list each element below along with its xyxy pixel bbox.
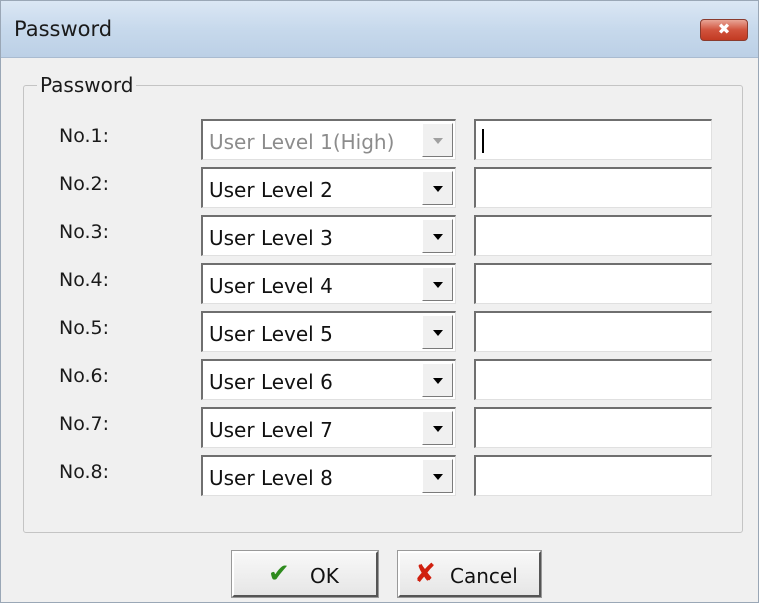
row-label: No.7:: [59, 413, 110, 435]
row-label: No.8:: [59, 461, 110, 483]
password-field[interactable]: [474, 263, 712, 304]
row-label: No.5:: [59, 317, 110, 339]
password-dialog: Password ✖ Password No.1: User Level 1(Hi…: [0, 0, 759, 603]
user-level-select-value: User Level 5: [209, 322, 333, 346]
user-level-select[interactable]: User Level 8: [201, 455, 456, 496]
password-field[interactable]: [474, 455, 712, 496]
chevron-down-icon[interactable]: [422, 315, 453, 349]
user-level-select-value: User Level 3: [209, 226, 333, 250]
chevron-down-icon[interactable]: [422, 267, 453, 301]
user-level-select[interactable]: User Level 7: [201, 407, 456, 448]
user-level-select[interactable]: User Level 5: [201, 311, 456, 352]
user-level-select[interactable]: User Level 3: [201, 215, 456, 256]
user-level-select: User Level 1(High): [201, 119, 456, 160]
x-mark-icon: ✘: [414, 559, 436, 589]
password-field[interactable]: [474, 407, 712, 448]
text-caret: [482, 129, 484, 153]
row-label: No.1:: [59, 125, 110, 147]
user-level-select-value: User Level 1(High): [209, 130, 395, 154]
title-bar[interactable]: Password ✖: [1, 1, 758, 58]
row-label: No.2:: [59, 173, 110, 195]
close-button[interactable]: ✖: [700, 19, 748, 41]
chevron-down-icon[interactable]: [422, 411, 453, 445]
user-level-select-value: User Level 7: [209, 418, 333, 442]
password-field[interactable]: [474, 119, 712, 160]
check-icon: ✔: [268, 559, 290, 589]
password-field[interactable]: [474, 311, 712, 352]
user-level-select[interactable]: User Level 6: [201, 359, 456, 400]
close-icon: ✖: [717, 20, 731, 38]
ok-button[interactable]: ✔ OK: [231, 550, 379, 598]
row-label: No.4:: [59, 269, 110, 291]
row-label: No.3:: [59, 221, 110, 243]
user-level-select-value: User Level 6: [209, 370, 333, 394]
chevron-down-icon[interactable]: [422, 459, 453, 493]
password-field[interactable]: [474, 215, 712, 256]
group-legend: Password: [37, 73, 137, 97]
password-field[interactable]: [474, 359, 712, 400]
cancel-button[interactable]: ✘ Cancel: [397, 550, 542, 598]
ok-button-label: OK: [310, 564, 339, 588]
row-label: No.6:: [59, 365, 110, 387]
user-level-select[interactable]: User Level 2: [201, 167, 456, 208]
chevron-down-icon[interactable]: [422, 219, 453, 253]
chevron-down-icon[interactable]: [422, 171, 453, 205]
password-field[interactable]: [474, 167, 712, 208]
chevron-down-icon: [422, 123, 453, 157]
cancel-button-label: Cancel: [450, 564, 518, 588]
user-level-select-value: User Level 8: [209, 466, 333, 490]
chevron-down-icon[interactable]: [422, 363, 453, 397]
window-title: Password: [14, 17, 113, 41]
user-level-select[interactable]: User Level 4: [201, 263, 456, 304]
user-level-select-value: User Level 2: [209, 178, 333, 202]
user-level-select-value: User Level 4: [209, 274, 333, 298]
